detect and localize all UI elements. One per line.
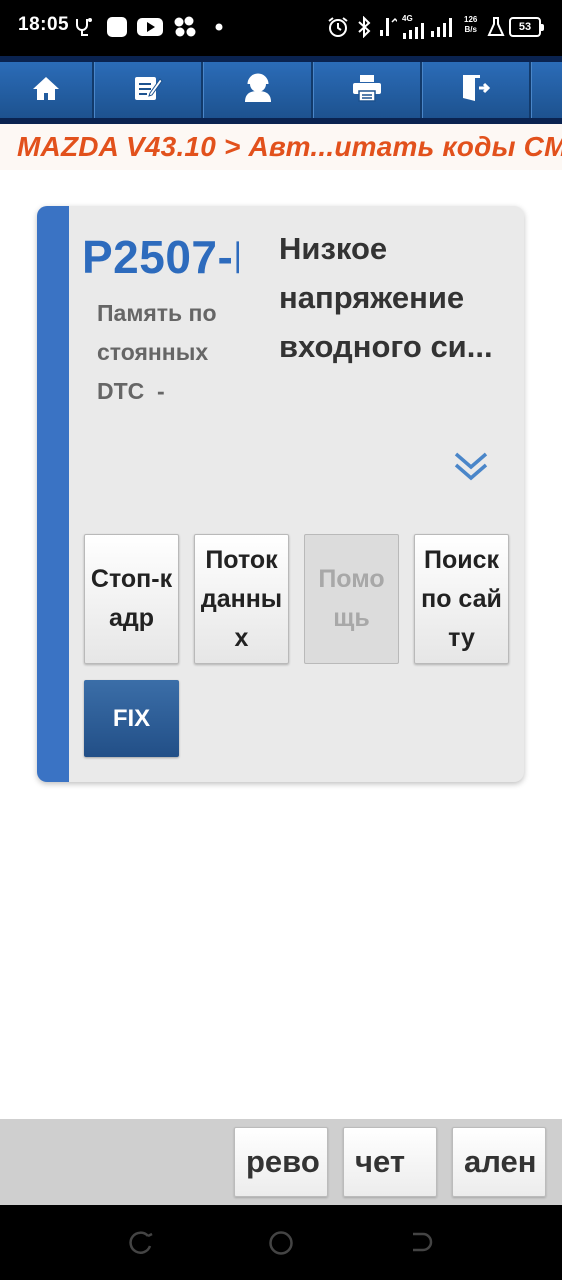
home-button[interactable] (0, 62, 94, 118)
print-icon (352, 74, 382, 107)
youtube-icon (137, 15, 163, 39)
dots-icon (172, 15, 198, 39)
help-button[interactable]: Помощь (304, 534, 399, 664)
bottom-button-3[interactable]: ален (452, 1127, 546, 1197)
freeze-frame-button[interactable]: Стоп-кадр (84, 534, 179, 664)
toolbar-spacer (531, 62, 562, 118)
recents-icon[interactable] (128, 1230, 154, 1256)
usb-debug-icon (72, 15, 96, 39)
bottom-button-1[interactable]: рево (234, 1127, 328, 1197)
exit-button[interactable] (422, 62, 531, 118)
bottom-action-bar: рево чет ален (0, 1119, 562, 1205)
edit-icon (133, 74, 163, 107)
navigation-bar (0, 1205, 562, 1280)
card-accent-bar (37, 206, 69, 782)
net-speed: 126 B/s (464, 15, 477, 35)
edit-button[interactable] (94, 62, 203, 118)
signal-icon (430, 15, 456, 39)
signal-icon: 4G (402, 15, 428, 39)
net-speed-unit: B/s (464, 25, 477, 34)
status-time: 18:05 (18, 14, 70, 35)
exit-icon (461, 74, 491, 107)
dtc-code: P2507-F (82, 231, 239, 283)
alarm-icon (326, 15, 350, 39)
chevron-double-down-icon[interactable] (453, 448, 489, 484)
dtc-card: P2507-F Память по стоянных DTC - Низкое … (37, 206, 524, 782)
signal-icon (378, 15, 398, 39)
home-nav-icon[interactable] (268, 1230, 294, 1256)
user-icon (243, 73, 273, 108)
data-stream-button[interactable]: Поток данных (194, 534, 289, 664)
dtc-description: Низкое напряжение входного си... (279, 231, 493, 364)
print-button[interactable] (313, 62, 422, 118)
battery-level: 53 (518, 21, 532, 33)
fix-button[interactable]: FIX (84, 680, 179, 757)
notification-dot-icon (214, 15, 224, 39)
network-type: 4G (402, 14, 413, 23)
toolbar (0, 56, 562, 124)
web-search-button[interactable]: Поиск по сайту (414, 534, 509, 664)
battery-icon: 53 (509, 17, 544, 37)
dtc-status: Память по стоянных DTC - (97, 300, 217, 404)
status-bar: 18:05 4G 126 B/s 53 (0, 0, 562, 56)
user-button[interactable] (203, 62, 313, 118)
breadcrumb-text: MAZDA V43.10 > Авт...итать коды CMDTCs (17, 131, 562, 162)
net-speed-value: 126 (464, 15, 478, 24)
app-icon (105, 15, 129, 39)
flask-icon (486, 15, 506, 39)
back-icon[interactable] (408, 1230, 434, 1256)
breadcrumb: MAZDA V43.10 > Авт...итать коды CMDTCs (0, 124, 562, 170)
bottom-button-2[interactable]: чет (343, 1127, 437, 1197)
bluetooth-icon (354, 15, 374, 39)
home-icon (32, 75, 60, 106)
